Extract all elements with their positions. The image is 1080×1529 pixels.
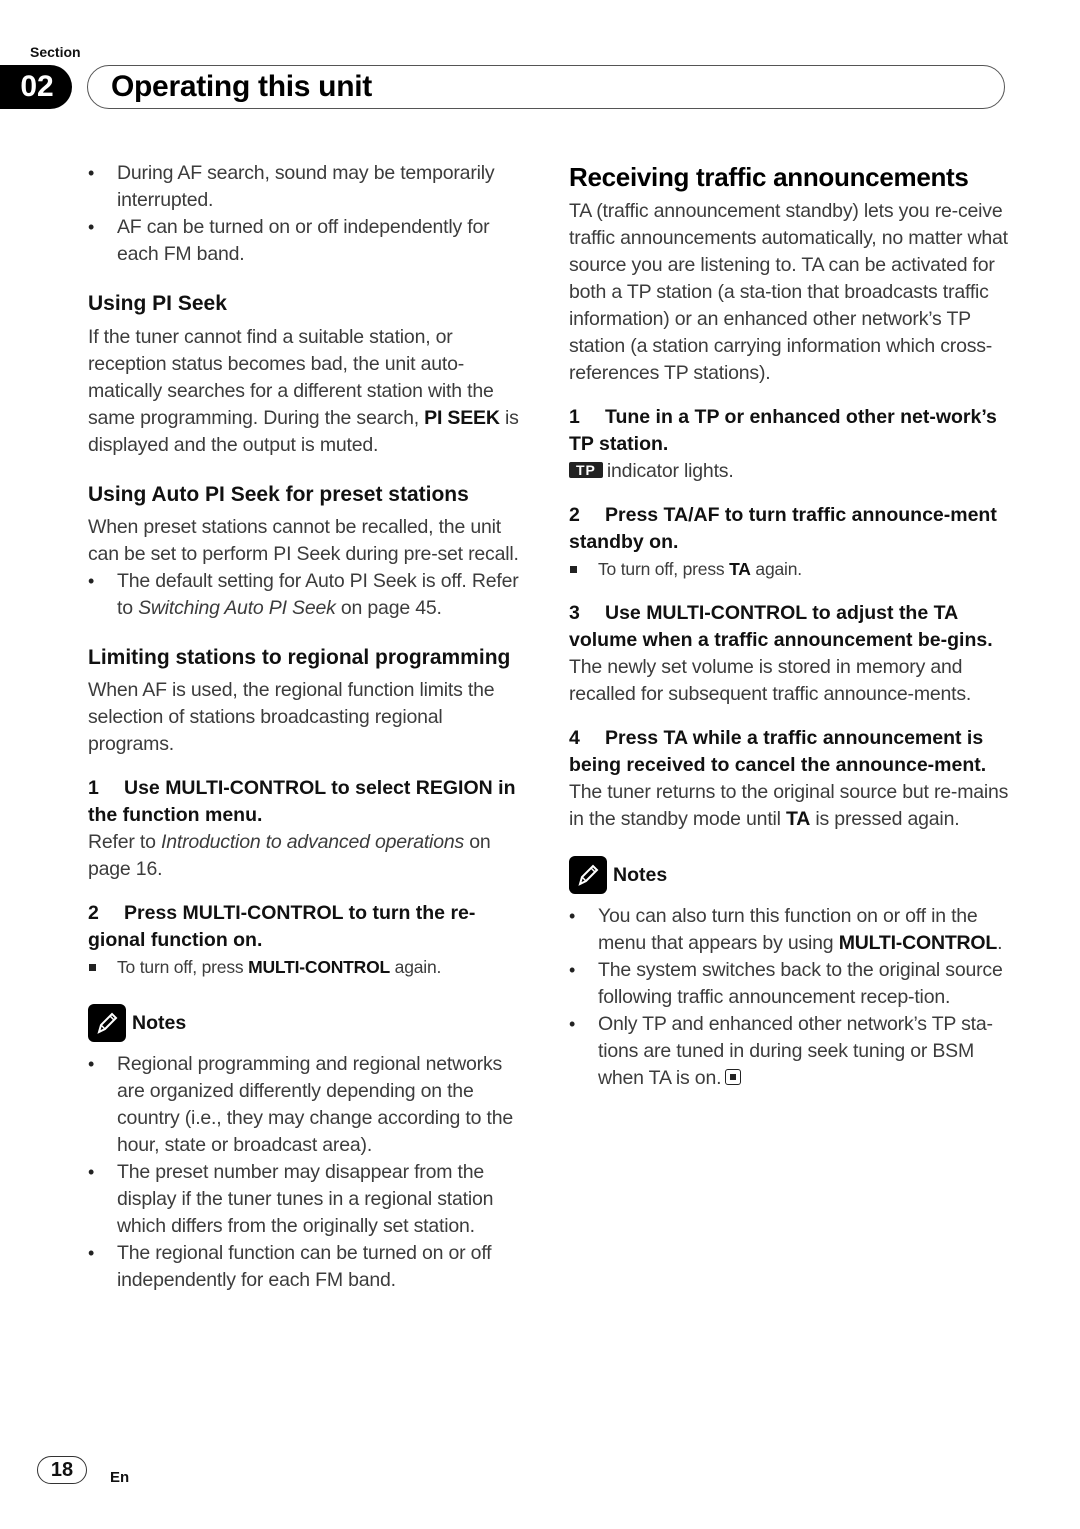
cross-reference-link[interactable]: Switching Auto PI Seek <box>138 597 336 619</box>
traffic-intro-paragraph: TA (traffic announcement standby) lets y… <box>569 200 1008 384</box>
heading-regional: Limiting stations to regional programmin… <box>88 646 511 669</box>
end-of-section-icon <box>725 1069 742 1085</box>
notes-label: Notes <box>132 1011 187 1034</box>
step-1-detail: TP indicator lights. <box>569 458 1009 485</box>
auto-pi-seek-paragraph: When preset stations cannot be recalled,… <box>88 516 519 565</box>
note-item: The regional function can be turned on o… <box>88 1240 528 1294</box>
note-text: Only TP and enhanced other network’s TP … <box>598 1013 993 1089</box>
page-number: 18 <box>37 1456 87 1484</box>
step-3: 3 Use MULTI-CONTROL to adjust the TA volu… <box>569 600 1009 654</box>
regional-paragraph: When AF is used, the regional function l… <box>88 679 495 755</box>
step-number: 4 <box>569 727 580 749</box>
step-text: Press TA/AF to turn traffic announce-men… <box>569 504 997 553</box>
control-name: TA <box>786 808 811 830</box>
step-2: 2 Press MULTI-CONTROL to turn the re-gion… <box>88 900 528 954</box>
note-item: The system switches back to the original… <box>569 957 1009 1011</box>
section-label: Section <box>30 44 81 60</box>
note-text: again. <box>755 559 802 579</box>
language-code: En <box>110 1469 130 1486</box>
heading-auto-pi-seek: Using Auto PI Seek for preset stations <box>88 483 469 506</box>
left-column: During AF search, sound may be temporari… <box>88 160 528 1294</box>
note-item: The preset number may disappear from the… <box>88 1159 528 1240</box>
right-column: Receiving traffic announcements TA (traf… <box>569 160 1009 1092</box>
square-bullet-item: To turn off, press TA again. <box>569 556 1009 583</box>
notes-label: Notes <box>613 863 668 886</box>
section-number-badge: 02 <box>0 65 72 109</box>
detail-text: indicator lights. <box>606 460 734 482</box>
step-text: Tune in a TP or enhanced other net-work’… <box>569 406 997 455</box>
step-text: Use MULTI-CONTROL to adjust the TA volum… <box>569 602 993 651</box>
step-1-detail: Refer to Introduction to advanced operat… <box>88 829 528 883</box>
bullet-text: on page 45. <box>340 597 442 619</box>
step-text: Press TA while a traffic announcement is… <box>569 727 987 776</box>
bullet-item: The default setting for Auto PI Seek is … <box>88 568 528 622</box>
page-title: Operating this unit <box>111 70 372 103</box>
note-item: Only TP and enhanced other network’s TP … <box>569 1011 1009 1092</box>
note-text: again. <box>394 957 442 977</box>
control-name: MULTI-CONTROL <box>248 957 390 977</box>
bullet-item: AF can be turned on or off independently… <box>88 214 528 268</box>
cross-reference-link[interactable]: Introduction to advanced operations <box>161 831 464 853</box>
step-text: Press MULTI-CONTROL to turn the re-giona… <box>88 902 476 951</box>
step-3-detail: The newly set volume is stored in memory… <box>569 656 972 705</box>
note-text: To turn off, press <box>598 559 725 579</box>
detail-text: Refer to <box>88 831 156 853</box>
square-bullet-item: To turn off, press MULTI-CONTROL again. <box>88 954 528 981</box>
step-number: 2 <box>569 504 580 526</box>
notes-header: Notes <box>88 1003 528 1043</box>
step-number: 1 <box>569 406 580 428</box>
notes-header: Notes <box>569 855 1009 895</box>
heading-pi-seek: Using PI Seek <box>88 292 227 315</box>
step-4-detail: The tuner returns to the original source… <box>569 779 1009 833</box>
control-name: TA <box>729 559 751 579</box>
step-number: 2 <box>88 902 99 924</box>
step-2: 2 Press TA/AF to turn traffic announce-me… <box>569 502 1009 556</box>
step-number: 3 <box>569 602 580 624</box>
step-number: 1 <box>88 777 99 799</box>
pencil-icon <box>88 1004 126 1042</box>
note-text: . <box>997 932 1003 954</box>
step-text: Use MULTI-CONTROL to select REGION in th… <box>88 777 516 826</box>
pi-seek-paragraph: If the tuner cannot find a suitable stat… <box>88 324 528 459</box>
control-name: MULTI-CONTROL <box>838 932 998 954</box>
step-4: 4 Press TA while a traffic announcement i… <box>569 725 1009 779</box>
detail-text: is pressed again. <box>815 808 960 830</box>
bullet-item: During AF search, sound may be temporari… <box>88 160 528 214</box>
note-item: You can also turn this function on or of… <box>569 903 1009 957</box>
heading-traffic-announcements: Receiving traffic announcements <box>569 162 969 192</box>
step-1: 1 Tune in a TP or enhanced other net-work… <box>569 404 1009 458</box>
note-text: To turn off, press <box>117 957 244 977</box>
tp-indicator-icon: TP <box>569 462 603 478</box>
display-term: PI SEEK <box>424 407 500 429</box>
note-item: Regional programming and regional networ… <box>88 1051 528 1159</box>
pencil-icon <box>569 856 607 894</box>
step-1: 1 Use MULTI-CONTROL to select REGION in t… <box>88 775 528 829</box>
